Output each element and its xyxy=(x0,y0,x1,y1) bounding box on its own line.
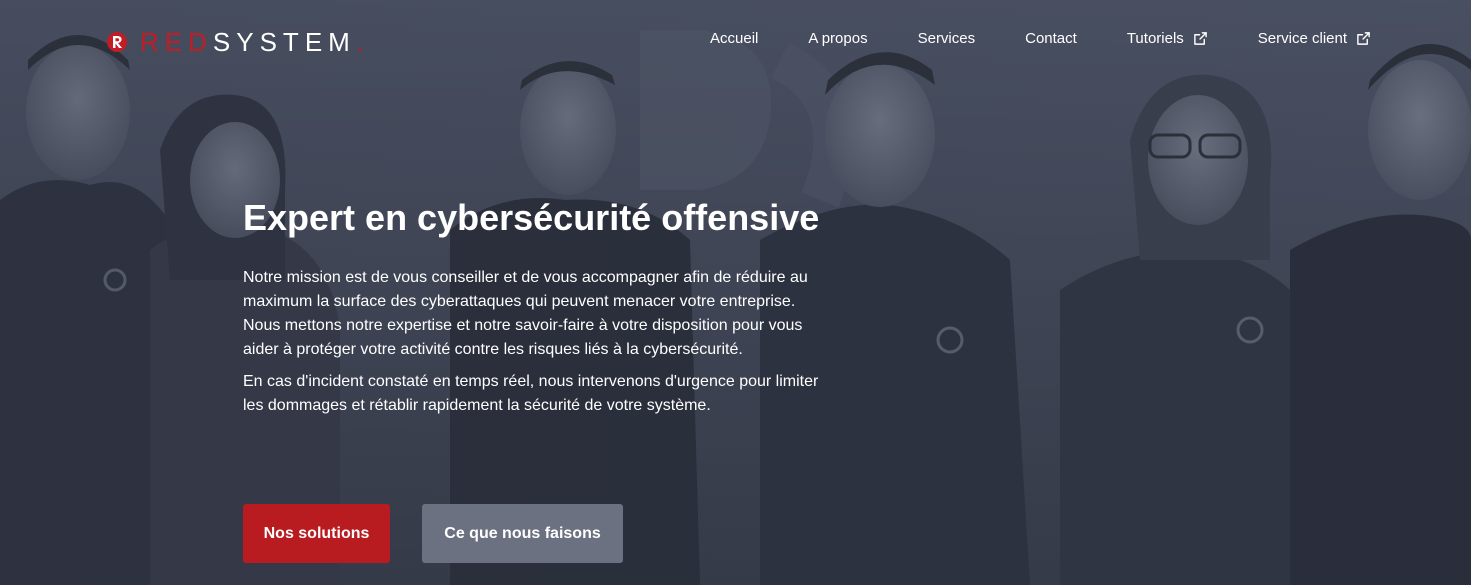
hero-section: RED SYSTEM . Accueil A propos Services C… xyxy=(0,0,1471,585)
nav-item-services[interactable]: Services xyxy=(918,30,976,47)
brand-name-red: RED xyxy=(140,26,213,57)
main-navigation: Accueil A propos Services Contact Tutori… xyxy=(710,30,1371,47)
hero-paragraph-mission: Notre mission est de vous conseiller et … xyxy=(243,269,808,358)
nav-item-label: Accueil xyxy=(710,30,759,47)
nav-item-label: A propos xyxy=(808,30,868,47)
external-link-icon xyxy=(1193,32,1207,45)
nav-item-label: Contact xyxy=(1025,30,1077,47)
redsystem-logo-icon xyxy=(107,32,127,52)
nav-item-tutoriels[interactable]: Tutoriels xyxy=(1127,30,1208,47)
nav-item-contact[interactable]: Contact xyxy=(1025,30,1077,47)
nav-item-a-propos[interactable]: A propos xyxy=(808,30,867,47)
external-link-icon xyxy=(1357,32,1370,45)
nos-solutions-button[interactable]: Nos solutions xyxy=(243,504,390,563)
brand-name-white: SYSTEM xyxy=(212,26,356,57)
ce-que-nous-faisons-button[interactable]: Ce que nous faisons xyxy=(422,504,623,563)
brand-logo[interactable]: RED SYSTEM . xyxy=(106,26,364,57)
nav-item-label: Tutoriels xyxy=(1126,30,1184,47)
hero-actions: Nos solutions Ce que nous faisons xyxy=(243,504,623,563)
hero-content: Expert en cybersécurité offensive Notre … xyxy=(243,196,833,426)
site-header: RED SYSTEM . Accueil A propos Services C… xyxy=(0,0,1471,84)
nav-item-accueil[interactable]: Accueil xyxy=(710,30,758,47)
hero-paragraph-incident: En cas d'incident constaté en temps réel… xyxy=(243,373,819,414)
nav-item-service-client[interactable]: Service client xyxy=(1258,30,1371,47)
brand-dot: . xyxy=(355,26,364,57)
nav-item-label: Services xyxy=(917,30,976,47)
hero-title: Expert en cybersécurité offensive xyxy=(243,197,820,238)
nav-item-label: Service client xyxy=(1257,30,1347,47)
